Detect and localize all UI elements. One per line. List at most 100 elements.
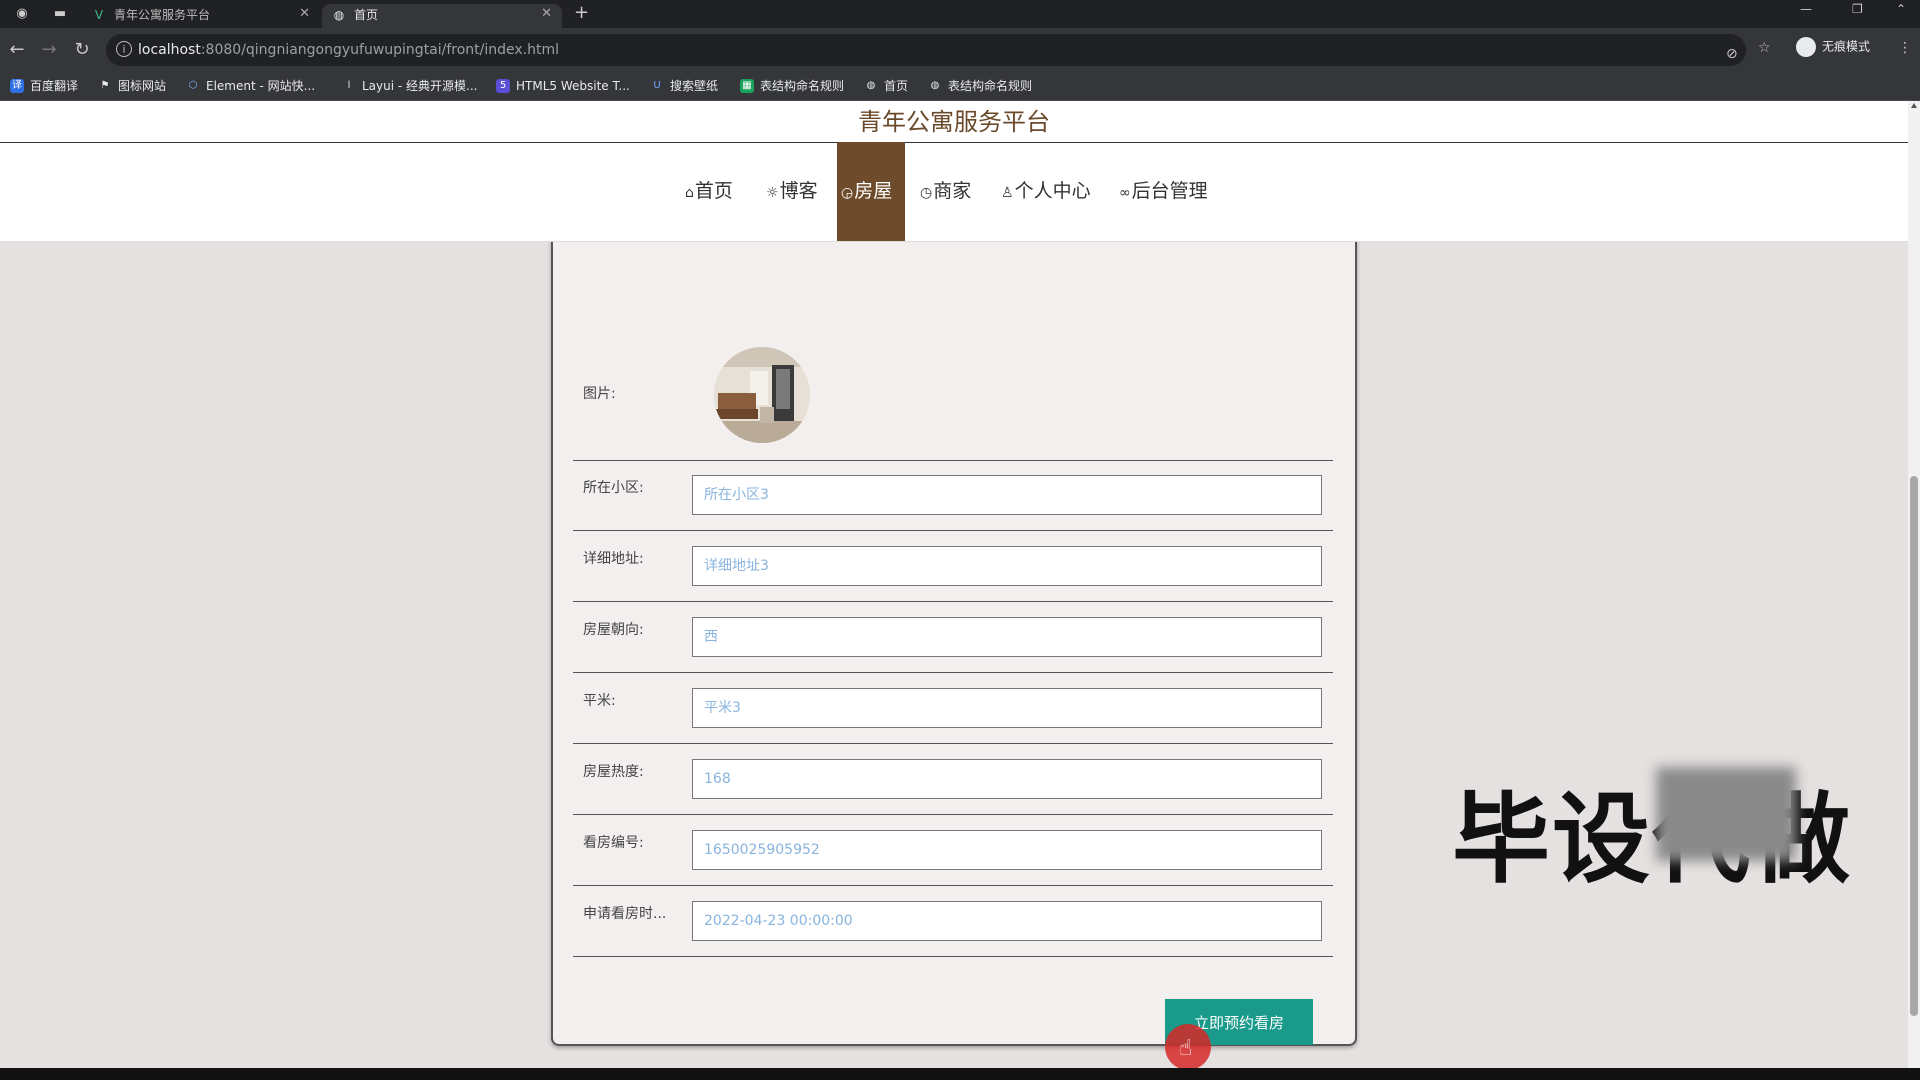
user-icon: ♙	[1001, 185, 1014, 201]
layui-icon: l	[347, 80, 351, 91]
bookmark-label: 百度翻译	[30, 79, 79, 93]
house-icon: ◶	[841, 185, 854, 201]
bookmark-item[interactable]: ◍ 首页	[864, 79, 908, 93]
new-tab-icon[interactable]: +	[574, 3, 589, 23]
info-icon[interactable]: i	[116, 41, 132, 57]
site-title: 青年公寓服务平台	[858, 108, 1050, 136]
field-label: 图片:	[583, 386, 616, 402]
tab-overview-icon[interactable]: ▬	[50, 4, 70, 24]
community-input[interactable]	[692, 475, 1322, 515]
bookmark-label: 搜索壁纸	[670, 79, 719, 93]
address-input[interactable]	[692, 546, 1322, 586]
forward-icon[interactable]: →	[38, 39, 60, 61]
star-icon[interactable]: ☆	[1758, 40, 1771, 56]
address-bar[interactable]: i localhost:8080/qingniangongyufuwupingt…	[106, 34, 1746, 66]
bookmarks-bar: 译百度翻译 ⚑ 图标网站 ⬡ Element - 网站快... l Layui - 经…	[0, 72, 1920, 101]
viewing-time-input[interactable]	[692, 901, 1322, 941]
browser-toolbar: ← → ↻ i localhost:8080/qingniangongyufuw…	[0, 28, 1920, 72]
bookmark-item[interactable]: 5 HTML5 Website T...	[496, 79, 630, 93]
orientation-input[interactable]	[692, 617, 1322, 657]
kebab-menu-icon[interactable]: ⋮	[1898, 40, 1912, 56]
shop-icon: ◷	[920, 185, 933, 201]
link-icon: ∞	[1119, 185, 1131, 201]
house-detail-form: 图片: 所在小区: 详细地址:	[551, 239, 1357, 1068]
close-tab-icon[interactable]: ✕	[541, 7, 552, 21]
url-host: localhost	[138, 42, 201, 58]
globe-icon: ◍	[866, 80, 876, 91]
scroll-thumb[interactable]	[1910, 476, 1918, 1016]
menu-item-blog[interactable]: ☼博客	[766, 142, 828, 241]
home-icon: ⌂	[685, 185, 694, 201]
vue-icon: V	[94, 8, 104, 22]
menu-label: 个人中心	[1014, 180, 1091, 202]
element-icon: ⬡	[188, 80, 198, 91]
form-row: 房屋朝向:	[573, 602, 1333, 673]
bookmark-item[interactable]: l Layui - 经典开源模...	[342, 79, 478, 93]
translate-icon: 译	[10, 79, 24, 93]
menu-label: 商家	[933, 180, 972, 202]
url-path: :8080/qingniangongyufuwupingtai/front/in…	[200, 42, 560, 58]
browser-menu-icon[interactable]: ◉	[12, 4, 32, 24]
bookmark-label: Layui - 经典开源模...	[362, 79, 478, 93]
bookmark-item[interactable]: ⚑ 图标网站	[98, 79, 167, 93]
menu-label: 首页	[694, 180, 733, 202]
close-window-icon[interactable]: ⌃	[1896, 2, 1906, 16]
bookmark-label: HTML5 Website T...	[516, 79, 630, 93]
popularity-input[interactable]	[692, 759, 1322, 799]
bookmark-item[interactable]: ▦ 表结构命名规则	[740, 79, 844, 93]
viewing-number-input[interactable]	[692, 830, 1322, 870]
form-row: 看房编号:	[573, 815, 1333, 886]
area-input[interactable]	[692, 688, 1322, 728]
taskbar-strip	[0, 1068, 1920, 1080]
page-scrollbar[interactable]	[1908, 101, 1920, 1068]
field-label: 详细地址:	[583, 551, 644, 567]
field-label: 房屋朝向:	[583, 622, 644, 638]
form-row-image: 图片:	[573, 239, 1333, 461]
flag-icon: ⚑	[100, 80, 110, 91]
field-label: 看房编号:	[583, 835, 644, 851]
restore-icon[interactable]: ❐	[1852, 2, 1863, 16]
minimize-icon[interactable]: —	[1800, 2, 1812, 16]
menu-item-profile[interactable]: ♙个人中心	[1001, 142, 1101, 241]
incognito-icon	[1796, 37, 1816, 57]
bookmark-item[interactable]: ⬡ Element - 网站快...	[186, 79, 315, 93]
room-photo-icon	[714, 347, 810, 443]
reload-icon[interactable]: ↻	[71, 39, 93, 61]
menu-item-shop[interactable]: ◷商家	[920, 142, 982, 241]
tab-title: 首页	[354, 8, 379, 22]
menu-item-house[interactable]: ◶房屋	[837, 142, 905, 241]
bookmark-label: Element - 网站快...	[206, 79, 316, 93]
bookmark-item[interactable]: ◍ 表结构命名规则	[928, 79, 1032, 93]
browser-tab-bar: ◉ ▬ V 青年公寓服务平台 ✕ ◍ 首页 ✕ + — ❐ ⌃	[0, 0, 1920, 28]
bookmark-label: 表结构命名规则	[760, 79, 845, 93]
profile-label: 无痕模式	[1822, 39, 1871, 54]
form-row: 申请看房时...	[573, 886, 1333, 957]
scroll-up-icon[interactable]	[1911, 103, 1917, 108]
field-label: 申请看房时...	[583, 906, 667, 922]
html5-icon: 5	[496, 79, 510, 93]
back-icon[interactable]: ←	[6, 39, 28, 61]
form-row: 平米:	[573, 673, 1333, 744]
browser-tab-1[interactable]: ◍ 首页 ✕	[322, 4, 562, 28]
site-header: 青年公寓服务平台 ⌂首页 ☼博客 ◶房屋 ◷商家 ♙个人中心 ∞后台管理	[0, 101, 1908, 242]
field-label: 平米:	[583, 693, 616, 709]
menu-item-home[interactable]: ⌂首页	[685, 142, 747, 241]
bookmark-label: 图标网站	[118, 79, 167, 93]
menu-label: 博客	[779, 180, 818, 202]
watermark-blur	[1656, 767, 1796, 861]
globe-icon: ◍	[333, 8, 345, 22]
bookmark-item[interactable]: U 搜索壁纸	[650, 79, 718, 93]
bookmark-item[interactable]: 译百度翻译	[10, 79, 78, 93]
browser-tab-0[interactable]: V 青年公寓服务平台 ✕	[82, 4, 320, 28]
menu-label: 后台管理	[1131, 180, 1208, 202]
form-row: 房屋热度:	[573, 744, 1333, 815]
menu-item-admin[interactable]: ∞后台管理	[1119, 142, 1219, 241]
house-photo	[714, 347, 810, 443]
url-text[interactable]: localhost:8080/qingniangongyufuwupingtai…	[138, 42, 559, 58]
close-tab-icon[interactable]: ✕	[299, 7, 310, 21]
wallpaper-icon: U	[653, 80, 661, 91]
menu-label: 房屋	[854, 180, 893, 202]
eye-off-icon[interactable]: ⊘	[1726, 46, 1738, 62]
profile-button[interactable]: 无痕模式	[1796, 37, 1870, 57]
bookmark-label: 表结构命名规则	[948, 79, 1033, 93]
